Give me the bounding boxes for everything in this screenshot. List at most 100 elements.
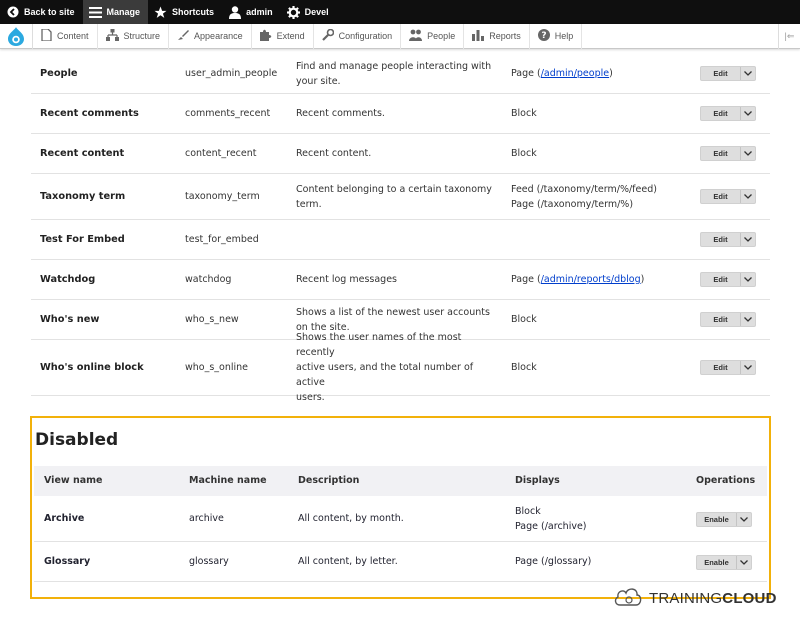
user-tab[interactable]: admin: [222, 0, 281, 24]
description-line: Recent comments.: [296, 108, 385, 119]
edit-button[interactable]: Edit: [701, 67, 740, 80]
drupal-logo-icon[interactable]: [0, 23, 33, 49]
view-description: Shows the user names of the most recentl…: [296, 330, 501, 405]
chevron-down-icon: [744, 194, 752, 199]
header-displays: Displays: [515, 475, 560, 486]
dropbutton-toggle[interactable]: [740, 361, 755, 374]
dropbutton-toggle[interactable]: [740, 67, 755, 80]
chevron-down-icon: [740, 560, 748, 565]
brand-part2: CLOUD: [722, 589, 777, 607]
edit-button[interactable]: Edit: [701, 273, 740, 286]
display-link[interactable]: /admin/reports/dblog: [541, 274, 641, 285]
enable-dropbutton: Enable: [696, 512, 752, 527]
manage-label: Manage: [106, 7, 141, 17]
manage-tab[interactable]: Manage: [82, 0, 149, 24]
brand-part1: TRAINING: [649, 589, 723, 607]
menu-structure[interactable]: Structure: [98, 23, 170, 49]
edit-button[interactable]: Edit: [701, 190, 740, 203]
enable-button[interactable]: Enable: [697, 556, 736, 569]
menu-extend[interactable]: Extend: [252, 23, 314, 49]
chevron-down-icon: [744, 111, 752, 116]
header-description: Description: [298, 475, 360, 486]
brand-text: TRAININGCLOUD: [649, 590, 777, 607]
table-row: Taxonomy term taxonomy_term Content belo…: [31, 174, 770, 220]
edit-dropbutton: Edit: [700, 146, 756, 161]
display-text: Page (: [511, 68, 541, 79]
table-row: Who's online block who_s_online Shows th…: [31, 332, 770, 403]
edit-button[interactable]: Edit: [701, 147, 740, 160]
dropbutton-toggle[interactable]: [736, 556, 751, 569]
display-text: Block: [511, 148, 537, 159]
display-text: Page (/archive): [515, 521, 587, 532]
edit-button[interactable]: Edit: [701, 313, 740, 326]
dropbutton-toggle[interactable]: [740, 190, 755, 203]
operations: Edit: [700, 189, 756, 204]
tray-orientation-toggle[interactable]: |⇐: [778, 23, 800, 49]
operations: Edit: [700, 106, 756, 121]
display-text: Block: [515, 506, 541, 517]
enable-button[interactable]: Enable: [697, 513, 736, 526]
view-name: Watchdog: [40, 274, 96, 285]
display-text: Page (/glossary): [515, 556, 592, 567]
chevron-down-icon: [744, 237, 752, 242]
edit-button[interactable]: Edit: [701, 107, 740, 120]
menu-appearance-label: Appearance: [194, 31, 243, 41]
view-displays: Block: [511, 106, 537, 121]
edit-button[interactable]: Edit: [701, 233, 740, 246]
view-description: Recent comments.: [296, 106, 501, 121]
back-to-site-link[interactable]: Back to site: [0, 0, 83, 24]
operations: Edit: [700, 146, 756, 161]
help-icon: ?: [537, 29, 550, 43]
table-row: Recent content content_recent Recent con…: [31, 134, 770, 174]
description-line: your site.: [296, 76, 341, 87]
operations: Edit: [700, 232, 756, 247]
machine-name: watchdog: [185, 274, 232, 285]
display-text: Block: [511, 108, 537, 119]
dropbutton-toggle[interactable]: [740, 107, 755, 120]
view-name: Who's online block: [40, 362, 144, 373]
dropbutton-toggle[interactable]: [740, 273, 755, 286]
admin-toolbar: Back to site Manage Shortcuts admin Deve…: [0, 0, 800, 24]
view-name: Taxonomy term: [40, 191, 126, 202]
view-description: Find and manage people interacting with …: [296, 59, 501, 89]
devel-tab[interactable]: Devel: [281, 0, 337, 24]
dropbutton-toggle[interactable]: [736, 513, 751, 526]
machine-name: content_recent: [185, 148, 257, 159]
orientation-toggle-icon: |⇐: [784, 30, 795, 41]
operations: Enable: [696, 512, 752, 527]
view-description: All content, by letter.: [298, 556, 398, 567]
menu-appearance[interactable]: Appearance: [169, 23, 252, 49]
display-text: ): [609, 68, 613, 79]
menu-reports[interactable]: Reports: [464, 23, 530, 49]
view-name: Recent comments: [40, 108, 139, 119]
chevron-down-icon: [740, 517, 748, 522]
brush-icon: [177, 29, 190, 43]
machine-name: comments_recent: [185, 108, 271, 119]
menu-configuration[interactable]: Configuration: [314, 23, 402, 49]
view-description: Content belonging to a certain taxonomy …: [296, 182, 501, 212]
description-line: Shows a list of the newest user accounts: [296, 307, 490, 318]
machine-name: taxonomy_term: [185, 191, 260, 202]
operations: Enable: [696, 555, 752, 570]
view-displays: Block: [511, 360, 537, 375]
dropbutton-toggle[interactable]: [740, 233, 755, 246]
display-text: ): [640, 274, 645, 285]
display-text: Block: [511, 314, 537, 325]
menu-people[interactable]: People: [401, 23, 465, 49]
menu-content[interactable]: Content: [33, 23, 98, 49]
gear-icon: [286, 5, 300, 19]
shortcuts-tab[interactable]: Shortcuts: [148, 0, 222, 24]
content-icon: [41, 28, 52, 43]
display-link[interactable]: /admin/people: [541, 68, 609, 79]
view-name: Archive: [44, 513, 85, 524]
dropbutton-toggle[interactable]: [740, 147, 755, 160]
bar-chart-icon: [472, 29, 485, 43]
header-view-name: View name: [44, 475, 103, 486]
menu-content-label: Content: [57, 31, 89, 41]
shortcuts-label: Shortcuts: [172, 7, 215, 17]
menu-help-label: Help: [554, 31, 574, 41]
dropbutton-toggle[interactable]: [740, 313, 755, 326]
display-text: Page (/taxonomy/term/%): [511, 199, 634, 210]
menu-help[interactable]: ? Help: [530, 23, 583, 49]
edit-button[interactable]: Edit: [701, 361, 740, 374]
